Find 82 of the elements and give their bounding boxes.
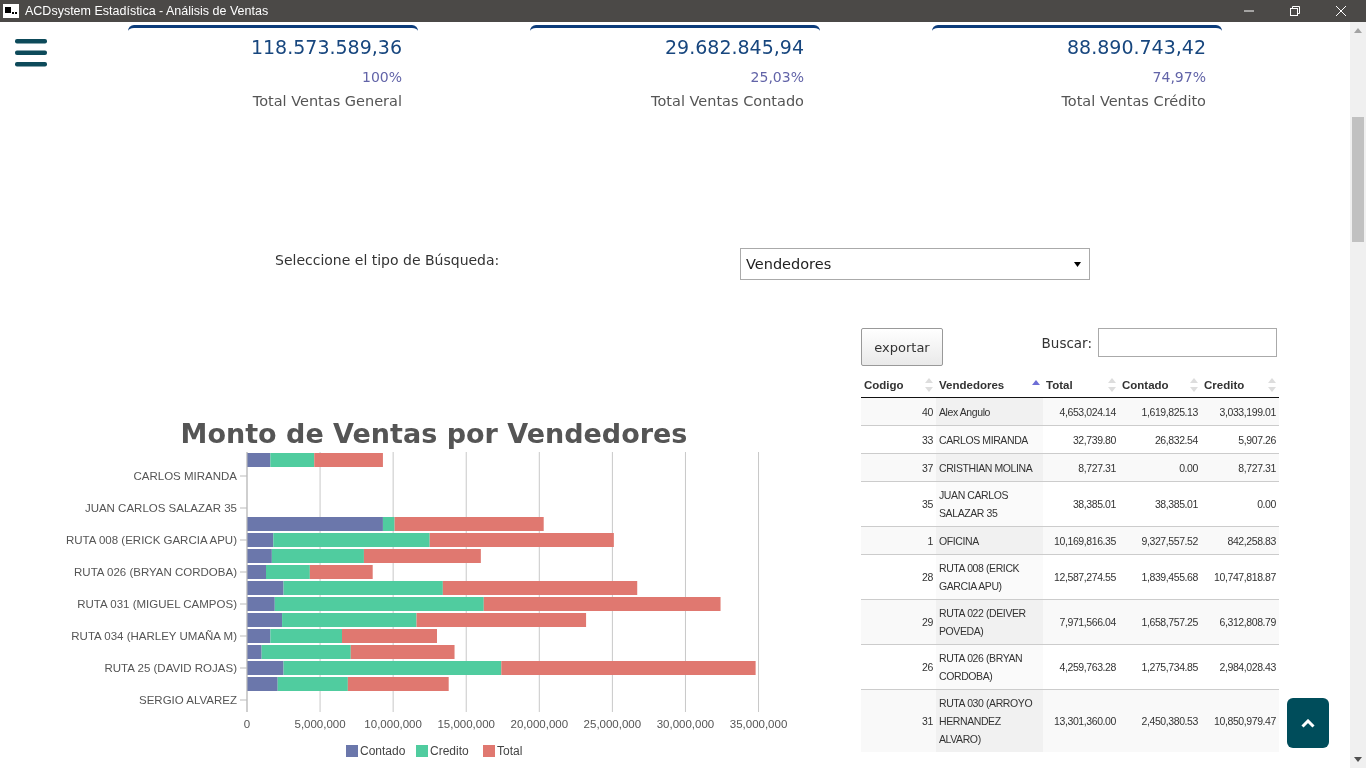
card-label: Total Ventas General <box>252 93 402 109</box>
table-cell: 6,312,808.79 <box>1201 599 1279 645</box>
search-type-select[interactable]: Vendedores <box>740 248 1090 280</box>
table-cell: 4,653,024.14 <box>1043 397 1119 426</box>
table-cell: 8,727.31 <box>1043 453 1119 482</box>
restore-icon[interactable] <box>1290 6 1300 16</box>
category-label: RUTA 25 (DAVID ROJAS) <box>104 662 237 674</box>
table-cell: 1 <box>861 526 936 555</box>
scrollbar-thumb[interactable] <box>1352 117 1364 242</box>
table-cell: 31 <box>861 689 936 752</box>
category-label: CARLOS MIRANDA <box>133 470 237 482</box>
table-cell: RUTA 030 (ARROYO HERNANDEZ ALVARO) <box>936 689 1043 752</box>
dropdown-caret-icon <box>1074 261 1081 267</box>
menu-icon[interactable] <box>15 39 47 67</box>
axis-tick-label: 30,000,000 <box>656 718 715 730</box>
axis-tick-label: 25,000,000 <box>583 718 642 730</box>
card-percent: 74,97% <box>1152 69 1206 85</box>
column-header[interactable]: Credito <box>1201 373 1279 398</box>
category-label: RUTA 031 (MIGUEL CAMPOS) <box>77 598 237 610</box>
scroll-to-top-button[interactable] <box>1287 698 1329 748</box>
close-icon[interactable] <box>1336 6 1346 16</box>
table-cell: 0.00 <box>1119 453 1201 482</box>
card-value: 88.890.743,42 <box>1067 36 1206 58</box>
table-cell: JUAN CARLOS SALAZAR 35 <box>936 481 1043 527</box>
table-cell: 37 <box>861 453 936 482</box>
table-cell: 10,169,816.35 <box>1043 526 1119 555</box>
category-label: JUAN CARLOS SALAZAR 35 <box>84 502 237 514</box>
column-header[interactable]: Vendedores <box>936 373 1043 398</box>
table-cell: RUTA 022 (DEIVER POVEDA) <box>936 599 1043 645</box>
column-header[interactable]: Contado <box>1119 373 1201 398</box>
legend-label: Contado <box>360 744 406 758</box>
table-cell: 9,327,557.52 <box>1119 526 1201 555</box>
card-value: 29.682.845,94 <box>665 36 804 58</box>
card-label: Total Ventas Contado <box>651 93 804 109</box>
legend-item[interactable]: Credito <box>416 744 469 758</box>
chart-title: Monto de Ventas por Vendedores <box>180 418 688 449</box>
axis-tick-label: 0 <box>243 718 251 730</box>
table-cell: RUTA 008 (ERICK GARCIA APU) <box>936 554 1043 600</box>
table-cell: 2,450,380.53 <box>1119 689 1201 752</box>
card-label: Total Ventas Crédito <box>1061 93 1206 109</box>
table-cell: 842,258.83 <box>1201 526 1279 555</box>
axis-tick-label: 20,000,000 <box>510 718 569 730</box>
table-cell: Alex Angulo <box>936 397 1043 426</box>
table-cell: CRISTHIAN MOLINA <box>936 453 1043 482</box>
legend-label: Credito <box>430 744 470 758</box>
table-cell: 1,619,825.13 <box>1119 397 1201 426</box>
table-cell: 8,727.31 <box>1201 453 1279 482</box>
search-type-label: Seleccione el tipo de Búsqueda: <box>275 252 501 268</box>
export-button[interactable]: exportar <box>861 328 943 366</box>
table-cell: CARLOS MIRANDA <box>936 425 1043 454</box>
legend-item[interactable]: Total <box>483 744 523 758</box>
search-label: Buscar: <box>1041 334 1092 351</box>
category-label: SERGIO ALVAREZ <box>139 694 237 706</box>
axis-tick-label: 10,000,000 <box>364 718 422 730</box>
axis-tick-label: 35,000,000 <box>729 718 788 730</box>
card-percent: 100% <box>361 69 402 85</box>
table-cell: 3,033,199.01 <box>1201 397 1279 426</box>
table-cell: 29 <box>861 599 936 645</box>
column-header[interactable]: Codigo <box>861 373 936 398</box>
table-cell: OFICINA <box>936 526 1043 555</box>
legend-label: Total <box>497 744 523 758</box>
scrollbar[interactable] <box>1350 22 1366 768</box>
category-label: RUTA 026 (BRYAN CORDOBA) <box>74 566 237 578</box>
app-icon <box>3 4 19 18</box>
table-cell: 7,971,566.04 <box>1043 599 1119 645</box>
table-cell: 10,850,979.47 <box>1201 689 1279 752</box>
card-percent: 25,03% <box>750 69 804 85</box>
category-label: RUTA 008 (ERICK GARCIA APU) <box>65 534 237 546</box>
window-title: ACDsystem Estadística - Análisis de Ventas <box>25 4 269 18</box>
table-cell: RUTA 026 (BRYAN CORDOBA) <box>936 644 1043 690</box>
axis-tick-label: 5,000,000 <box>294 718 346 730</box>
table-cell: 13,301,360.00 <box>1043 689 1119 752</box>
table-cell: 1,658,757.25 <box>1119 599 1201 645</box>
legend-item[interactable]: Contado <box>346 744 406 758</box>
card-value: 118.573.589,36 <box>250 36 402 58</box>
scroll-down-arrow-icon[interactable] <box>1354 757 1362 762</box>
chevron-up-icon <box>1301 718 1315 728</box>
column-header[interactable]: Total <box>1043 373 1119 398</box>
table-cell: 40 <box>861 397 936 426</box>
search-field[interactable] <box>1098 328 1277 357</box>
axis-tick-label: 15,000,000 <box>437 718 495 730</box>
category-label: RUTA 034 (HARLEY UMAÑA M) <box>71 630 237 642</box>
